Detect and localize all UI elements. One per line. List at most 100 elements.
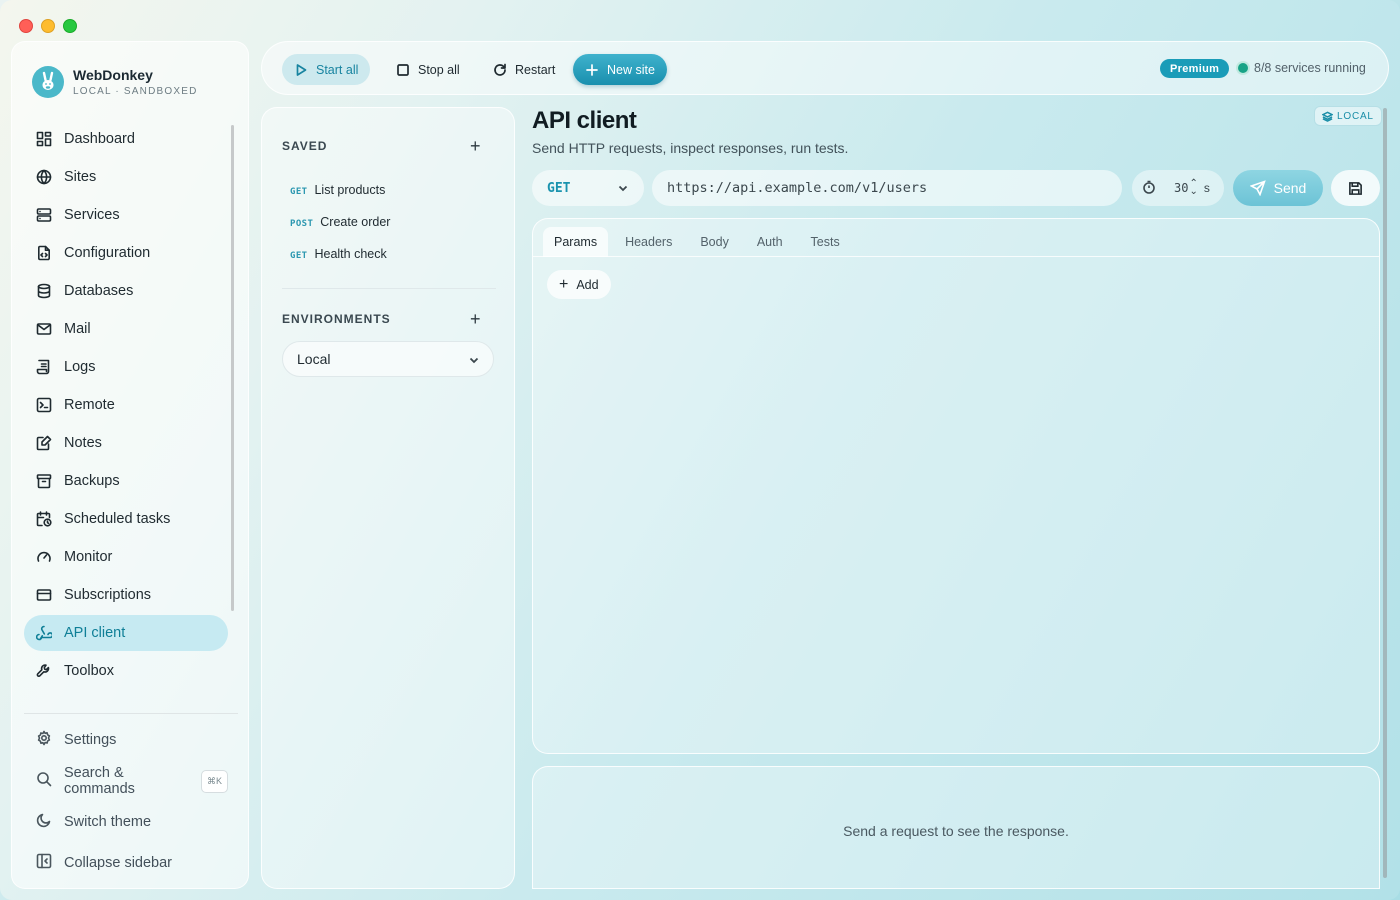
globe-icon (36, 169, 52, 185)
archive-icon (36, 473, 52, 489)
sidebar-item-mail[interactable]: Mail (24, 311, 228, 347)
sidebar-item-logs[interactable]: Logs (24, 349, 228, 385)
sidebar-item-sites[interactable]: Sites (24, 159, 228, 195)
webhook-icon (36, 625, 52, 641)
tabs-divider (533, 256, 1379, 257)
close-window-button[interactable] (19, 19, 33, 33)
sidebar-item-label: Backups (64, 473, 120, 489)
start-all-label: Start all (316, 62, 359, 77)
settings-label: Settings (64, 732, 117, 748)
start-all-button[interactable]: Start all (282, 54, 371, 85)
sidebar-item-toolbox[interactable]: Toolbox (24, 653, 228, 689)
logs-icon (36, 359, 52, 375)
request-name: Create order (320, 215, 391, 229)
request-method: POST (290, 219, 314, 229)
saved-request-item[interactable]: GET List products (290, 183, 385, 197)
request-name: Health check (314, 247, 387, 261)
page-title: API client (532, 107, 637, 134)
add-environment-button[interactable]: + (470, 310, 481, 328)
moon-icon (36, 812, 52, 832)
terminal-icon (36, 397, 52, 413)
stop-all-label: Stop all (418, 62, 460, 77)
panel-collapse-icon (36, 853, 52, 873)
sidebar-item-label: Services (64, 207, 120, 223)
collapse-sidebar-button[interactable]: Collapse sidebar (24, 845, 228, 881)
stop-icon (397, 63, 409, 76)
sidebar-item-api-client[interactable]: API client (24, 615, 228, 651)
services-status: 8/8 services running (1254, 61, 1366, 75)
restart-label: Restart (515, 62, 556, 77)
tab-tests[interactable]: Tests (800, 227, 851, 257)
sidebar-item-subscriptions[interactable]: Subscriptions (24, 577, 228, 613)
stop-all-button[interactable]: Stop all (392, 54, 464, 85)
sidebar-item-scheduled-tasks[interactable]: Scheduled tasks (24, 501, 228, 537)
keyboard-shortcut: ⌘K (200, 769, 228, 793)
request-name: List products (314, 183, 386, 197)
add-param-button[interactable]: + Add (547, 270, 611, 299)
request-panel: Params Headers Body Auth Tests + Add (532, 218, 1380, 754)
add-param-label: Add (576, 277, 599, 292)
saved-request-item[interactable]: GET Health check (290, 247, 387, 261)
sidebar-item-monitor[interactable]: Monitor (24, 539, 228, 575)
environment-select[interactable]: Local (282, 341, 494, 377)
sidebar-item-label: Notes (64, 435, 102, 451)
response-panel: Send a request to see the response. (532, 766, 1380, 889)
request-tabs: Params Headers Body Auth Tests (543, 227, 857, 257)
sidebar-item-services[interactable]: Services (24, 197, 228, 233)
sidebar-item-notes[interactable]: Notes (24, 425, 228, 461)
sidebar-bottom: Settings Search & commands ⌘K Switch the… (24, 722, 228, 886)
timeout-unit: s (1203, 181, 1210, 195)
sidebar-item-dashboard[interactable]: Dashboard (24, 121, 228, 157)
request-method: GET (290, 251, 308, 261)
http-method-select[interactable]: GET (532, 170, 644, 206)
save-request-button[interactable] (1331, 170, 1380, 206)
tab-headers[interactable]: Headers (614, 227, 683, 257)
tab-params[interactable]: Params (543, 227, 609, 257)
restart-button[interactable]: Restart (489, 54, 559, 85)
settings-button[interactable]: Settings (24, 722, 228, 758)
stepper-icon[interactable]: ⌃ ⌄ (1189, 179, 1197, 197)
sidebar-item-label: Configuration (64, 245, 151, 261)
send-icon (1249, 180, 1266, 196)
sidebar-item-label: Subscriptions (64, 587, 152, 603)
zoom-window-button[interactable] (63, 19, 77, 33)
tab-body[interactable]: Body (689, 227, 740, 257)
plus-icon (586, 63, 598, 76)
chevron-down-icon (469, 357, 479, 364)
request-method: GET (290, 187, 308, 197)
main-scrollbar[interactable] (1383, 108, 1387, 878)
restart-icon (494, 63, 506, 76)
dashboard-icon (36, 131, 52, 147)
add-saved-request-button[interactable]: + (470, 137, 481, 155)
save-icon (1349, 181, 1362, 195)
search-commands-button[interactable]: Search & commands ⌘K (24, 763, 228, 799)
switch-theme-button[interactable]: Switch theme (24, 804, 228, 840)
sidebar-item-label: Mail (64, 321, 91, 337)
tab-auth[interactable]: Auth (746, 227, 794, 257)
new-site-button[interactable]: New site (573, 54, 667, 85)
sidebar-item-databases[interactable]: Databases (24, 273, 228, 309)
search-icon (36, 771, 52, 791)
calendar-clock-icon (36, 511, 52, 527)
send-button[interactable]: Send (1233, 170, 1323, 206)
layers-icon (1322, 111, 1333, 122)
saved-request-item[interactable]: POST Create order (290, 215, 390, 229)
sidebar-item-label: Databases (64, 283, 134, 299)
minimize-window-button[interactable] (41, 19, 55, 33)
sidebar-scrollbar[interactable] (231, 125, 234, 611)
sidebar-item-remote[interactable]: Remote (24, 387, 228, 423)
sidebar-item-label: API client (64, 625, 126, 641)
app-mode: LOCAL · SANDBOXED (73, 86, 198, 97)
timer-icon (1142, 180, 1156, 197)
url-input[interactable] (652, 170, 1122, 206)
environment-badge: LOCAL (1314, 106, 1382, 126)
sidebar-item-configuration[interactable]: Configuration (24, 235, 228, 271)
premium-badge[interactable]: Premium (1160, 59, 1230, 78)
gauge-icon (36, 549, 52, 565)
sidebar-item-label: Dashboard (64, 131, 135, 147)
sidebar-item-backups[interactable]: Backups (24, 463, 228, 499)
server-icon (36, 207, 52, 223)
page-subtitle: Send HTTP requests, inspect responses, r… (532, 140, 849, 156)
timeout-input[interactable]: 30 ⌃ ⌄ s (1132, 170, 1224, 206)
status-indicator (1238, 63, 1248, 73)
